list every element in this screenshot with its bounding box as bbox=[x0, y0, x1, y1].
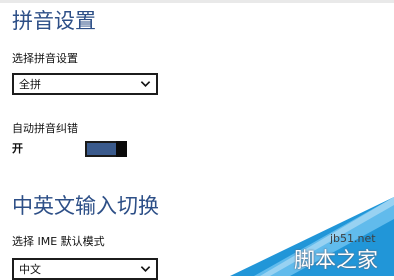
pinyin-setting-select[interactable]: 全拼 bbox=[12, 73, 158, 95]
watermark-domain: jb51.net bbox=[330, 232, 376, 245]
pinyin-setting-value: 全拼 bbox=[19, 78, 41, 91]
ime-mode-label: 选择 IME 默认模式 bbox=[12, 235, 105, 248]
chevron-down-icon bbox=[140, 81, 151, 87]
autocorrect-label: 自动拼音纠错 bbox=[12, 122, 78, 135]
watermark-site-name: 脚本之家 bbox=[294, 248, 378, 272]
pinyin-setting-label: 选择拼音设置 bbox=[12, 52, 78, 65]
autocorrect-state-text: 开 bbox=[12, 142, 23, 155]
toggle-thumb[interactable] bbox=[116, 141, 127, 157]
autocorrect-toggle[interactable] bbox=[85, 141, 127, 157]
pinyin-settings-title: 拼音设置 bbox=[12, 9, 96, 33]
cn-en-switch-title: 中英文输入切换 bbox=[12, 194, 159, 218]
chevron-down-icon bbox=[140, 266, 151, 272]
ime-mode-value: 中文 bbox=[19, 263, 41, 276]
top-divider bbox=[0, 0, 394, 3]
ime-mode-select[interactable]: 中文 bbox=[12, 258, 158, 280]
toggle-track bbox=[85, 141, 118, 157]
